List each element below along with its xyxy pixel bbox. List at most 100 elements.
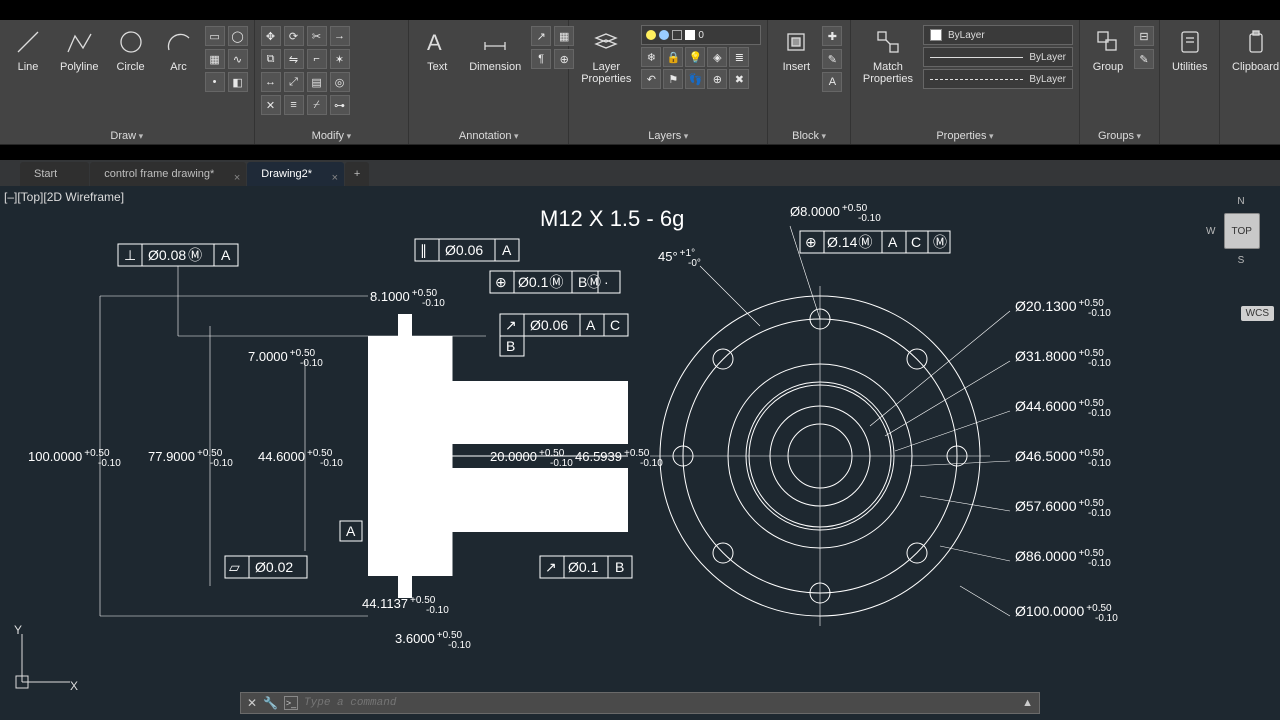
svg-text:Ø46.5000+0.50-0.10: Ø46.5000+0.50-0.10 bbox=[1015, 448, 1111, 469]
cli-close-icon[interactable]: ✕ bbox=[247, 696, 257, 710]
drawing-area[interactable]: 100.0000+0.50-0.10 77.9000+0.50-0.10 44.… bbox=[0, 186, 1280, 720]
dim-20: 20.0000+0.50-0.10 bbox=[490, 448, 573, 469]
svg-text:Ø100.0000+0.50-0.10: Ø100.0000+0.50-0.10 bbox=[1015, 603, 1118, 624]
ellipse-icon[interactable]: ◯ bbox=[228, 26, 248, 46]
color-dropdown[interactable]: ByLayer bbox=[923, 25, 1073, 45]
text-tool[interactable]: A Text bbox=[415, 22, 459, 77]
line-tool[interactable]: Line bbox=[6, 22, 50, 77]
layers-panel-title[interactable]: Layers bbox=[575, 127, 761, 144]
extend-icon[interactable]: → bbox=[330, 26, 350, 46]
align-icon[interactable]: ≡ bbox=[284, 95, 304, 115]
svg-text:⊕: ⊕ bbox=[495, 274, 507, 290]
close-icon[interactable]: × bbox=[234, 166, 240, 190]
group-button[interactable]: Group bbox=[1086, 22, 1130, 77]
dim-3_6: 3.6000+0.50-0.10 bbox=[395, 630, 471, 651]
arc-tool[interactable]: Arc bbox=[157, 22, 201, 77]
groups-panel-title[interactable]: Groups bbox=[1086, 127, 1153, 144]
svg-text:↗: ↗ bbox=[545, 559, 557, 575]
flange-face bbox=[650, 286, 990, 626]
move-icon[interactable]: ✥ bbox=[261, 26, 281, 46]
fcf-runout-ac: ↗Ø0.06AC B bbox=[500, 314, 628, 356]
mtext-icon[interactable]: ¶ bbox=[531, 49, 551, 69]
match-properties-button[interactable]: Match Properties bbox=[857, 22, 919, 89]
svg-text:Ø0.08Ⓜ: Ø0.08Ⓜ bbox=[148, 247, 202, 263]
join-icon[interactable]: ⊶ bbox=[330, 95, 350, 115]
dimension-tool[interactable]: Dimension bbox=[463, 22, 527, 77]
circle-tool[interactable]: Circle bbox=[109, 22, 153, 77]
block-attr-icon[interactable]: A bbox=[822, 72, 842, 92]
layer-match-icon[interactable]: ≣ bbox=[729, 47, 749, 67]
spline-icon[interactable]: ∿ bbox=[228, 49, 248, 69]
svg-text:▱: ▱ bbox=[229, 559, 240, 575]
block-edit-icon[interactable]: ✎ bbox=[822, 49, 842, 69]
block-panel-title[interactable]: Block bbox=[774, 127, 844, 144]
layer-current-dropdown[interactable]: 0 bbox=[641, 25, 761, 45]
properties-panel-title[interactable]: Properties bbox=[857, 127, 1073, 144]
array-icon[interactable]: ▤ bbox=[307, 72, 327, 92]
ucs-icon: Y X bbox=[10, 624, 80, 694]
cli-prompt-icon: >_ bbox=[284, 696, 298, 710]
view-cube[interactable]: N W TOP S bbox=[1206, 196, 1276, 286]
layer-merge-icon[interactable]: ⊕ bbox=[707, 69, 727, 89]
trim-icon[interactable]: ✂ bbox=[307, 26, 327, 46]
command-line[interactable]: ✕ 🔧 >_ ▲ bbox=[240, 692, 1040, 714]
utilities-button[interactable]: Utilities bbox=[1166, 22, 1213, 77]
layer-delete-icon[interactable]: ✖ bbox=[729, 69, 749, 89]
block-create-icon[interactable]: ✚ bbox=[822, 26, 842, 46]
tab-start[interactable]: Start bbox=[20, 162, 89, 186]
layer-iso-icon[interactable]: ◈ bbox=[707, 47, 727, 67]
dim-100: 100.0000+0.50-0.10 bbox=[28, 448, 121, 469]
dim-8_1: 8.1000+0.50-0.10 bbox=[370, 288, 445, 309]
viewcube-top[interactable]: TOP bbox=[1224, 213, 1260, 249]
layer-freeze-icon[interactable]: ❄ bbox=[641, 47, 661, 67]
svg-text:A: A bbox=[502, 242, 512, 258]
explode-icon[interactable]: ✶ bbox=[330, 49, 350, 69]
point-icon[interactable]: • bbox=[205, 72, 225, 92]
viewport-label[interactable]: [–][Top][2D Wireframe] bbox=[4, 190, 124, 204]
copy-icon[interactable]: ⧉ bbox=[261, 49, 281, 69]
modify-panel-title[interactable]: Modify bbox=[261, 127, 403, 144]
svg-text:Ø0.02: Ø0.02 bbox=[255, 559, 293, 575]
tab-drawing2[interactable]: Drawing2*× bbox=[247, 162, 344, 186]
group-edit-icon[interactable]: ✎ bbox=[1134, 49, 1154, 69]
rotate-icon[interactable]: ⟳ bbox=[284, 26, 304, 46]
svg-text:B: B bbox=[578, 274, 587, 290]
ungroup-icon[interactable]: ⊟ bbox=[1134, 26, 1154, 46]
layer-off-icon[interactable]: 💡 bbox=[685, 47, 705, 67]
lineweight-dropdown[interactable]: ByLayer bbox=[923, 47, 1073, 67]
fcf-position-left: ⊕Ø0.1Ⓜ BⓂ· bbox=[490, 271, 620, 293]
layer-prev-icon[interactable]: ↶ bbox=[641, 69, 661, 89]
stretch-icon[interactable]: ↔ bbox=[261, 72, 281, 92]
clipboard-button[interactable]: Clipboard bbox=[1226, 22, 1280, 77]
dim-44_11: 44.1137+0.50-0.10 bbox=[362, 595, 449, 616]
break-icon[interactable]: ⌿ bbox=[307, 95, 327, 115]
layer-properties-button[interactable]: Layer Properties bbox=[575, 22, 637, 89]
insert-block-button[interactable]: Insert bbox=[774, 22, 818, 77]
new-tab-button[interactable]: + bbox=[345, 162, 369, 186]
region-icon[interactable]: ◧ bbox=[228, 72, 248, 92]
annotation-panel-title[interactable]: Annotation bbox=[415, 127, 562, 144]
svg-text:C: C bbox=[610, 317, 620, 333]
scale-icon[interactable]: ⤢ bbox=[284, 72, 304, 92]
leader-icon[interactable]: ↗ bbox=[531, 26, 551, 46]
polyline-tool[interactable]: Polyline bbox=[54, 22, 105, 77]
offset-icon[interactable]: ◎ bbox=[330, 72, 350, 92]
command-input[interactable] bbox=[304, 697, 1016, 709]
layer-lock-icon[interactable]: 🔒 bbox=[663, 47, 683, 67]
draw-panel-title[interactable]: Draw bbox=[6, 127, 248, 144]
fillet-icon[interactable]: ⌐ bbox=[307, 49, 327, 69]
cli-settings-icon[interactable]: 🔧 bbox=[263, 696, 278, 710]
layer-walk-icon[interactable]: 👣 bbox=[685, 69, 705, 89]
svg-text:X: X bbox=[70, 679, 78, 693]
linetype-dropdown[interactable]: ByLayer bbox=[923, 69, 1073, 89]
svg-text:Y: Y bbox=[14, 624, 22, 637]
rectangle-icon[interactable]: ▭ bbox=[205, 26, 225, 46]
mirror-icon[interactable]: ⇋ bbox=[284, 49, 304, 69]
cli-history-icon[interactable]: ▲ bbox=[1022, 697, 1033, 709]
tab-control-frame[interactable]: control frame drawing*× bbox=[90, 162, 246, 186]
svg-text:∥: ∥ bbox=[420, 242, 427, 258]
hatch-icon[interactable]: ▦ bbox=[205, 49, 225, 69]
layer-state-icon[interactable]: ⚑ bbox=[663, 69, 683, 89]
close-icon[interactable]: × bbox=[332, 166, 338, 190]
erase-icon[interactable]: ✕ bbox=[261, 95, 281, 115]
